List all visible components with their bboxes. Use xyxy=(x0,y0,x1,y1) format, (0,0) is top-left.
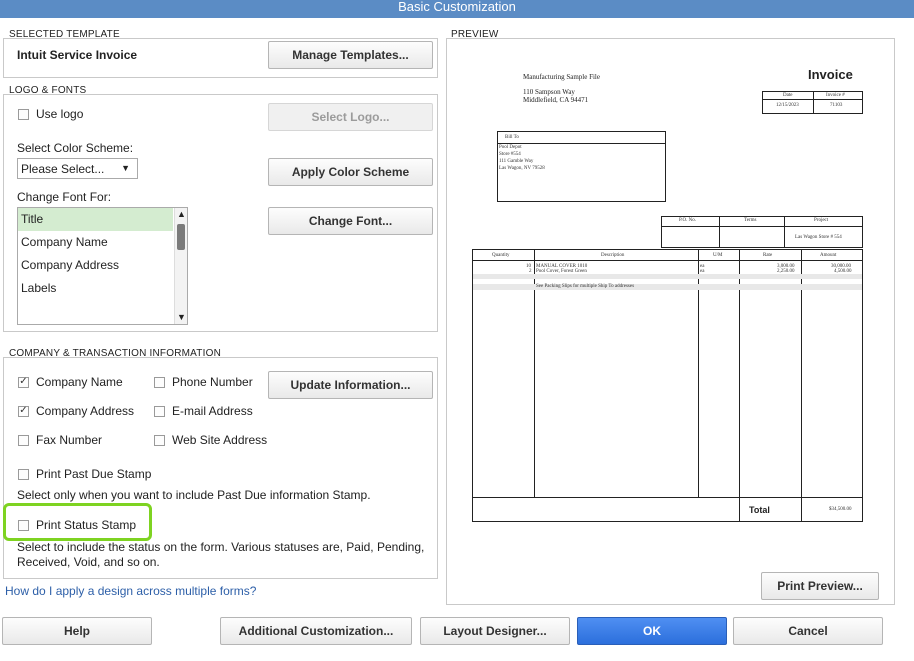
scroll-thumb[interactable] xyxy=(177,224,185,250)
divider xyxy=(472,260,863,261)
preview-invoice-no-header: Invoice # xyxy=(826,93,845,98)
color-scheme-select[interactable]: Please Select... ▼ xyxy=(17,158,138,179)
preview-invoice-no-value: 71103 xyxy=(830,103,843,108)
preview-col-quantity: Quantity xyxy=(492,253,510,258)
preview-row-qty: 2 xyxy=(529,269,532,274)
additional-customization-button[interactable]: Additional Customization... xyxy=(220,617,412,645)
preview-total-label: Total xyxy=(749,505,770,515)
scroll-up-icon[interactable]: ▲ xyxy=(177,209,186,219)
divider xyxy=(719,216,720,248)
preview-col-um: U/M xyxy=(713,253,723,258)
preview-row-desc: Pool Cover, Forest Green xyxy=(536,269,587,274)
change-font-button[interactable]: Change Font... xyxy=(268,207,433,235)
past-due-stamp-checkbox[interactable]: Print Past Due Stamp xyxy=(18,467,151,481)
help-link[interactable]: How do I apply a design across multiple … xyxy=(5,584,256,598)
checkbox-box[interactable] xyxy=(18,108,29,120)
use-logo-label: Use logo xyxy=(36,107,84,121)
manage-templates-button[interactable]: Manage Templates... xyxy=(268,41,433,69)
help-button[interactable]: Help xyxy=(2,617,152,645)
preview-total-value: $34,500.00 xyxy=(829,507,852,512)
preview-date-value: 12/15/2023 xyxy=(776,103,799,108)
preview-bill-to-line: 111 Gamble Way xyxy=(499,159,534,164)
checkbox-box[interactable] xyxy=(154,376,165,388)
window-title: Basic Customization xyxy=(398,0,516,14)
email-address-checkbox[interactable]: E-mail Address xyxy=(154,404,253,418)
chevron-down-icon: ▼ xyxy=(121,163,130,173)
color-scheme-label: Select Color Scheme: xyxy=(17,141,134,155)
preview-invoice-title: Invoice xyxy=(808,67,853,82)
email-address-label: E-mail Address xyxy=(172,404,253,418)
divider xyxy=(661,226,863,227)
company-address-label: Company Address xyxy=(36,404,135,418)
update-information-button[interactable]: Update Information... xyxy=(268,371,433,399)
past-due-label: Print Past Due Stamp xyxy=(36,467,152,481)
preview-bill-to-line: Las Wagon, NV 79528 xyxy=(499,166,545,171)
preview-bill-to-line: Store #554 xyxy=(499,152,521,157)
preview-po-header: P.O. No. xyxy=(679,218,696,223)
print-preview-button[interactable]: Print Preview... xyxy=(761,572,879,600)
preview-row-rate: 2,250.00 xyxy=(777,269,795,274)
divider xyxy=(472,497,863,498)
list-item-company-name[interactable]: Company Name xyxy=(18,231,187,254)
checkbox-box[interactable] xyxy=(18,468,29,480)
phone-number-label: Phone Number xyxy=(172,375,253,389)
web-site-label: Web Site Address xyxy=(172,433,268,447)
preview-company-name: Manufacturing Sample File xyxy=(523,73,600,81)
preview-bill-to-header: Bill To xyxy=(505,135,519,140)
preview-row-um: ea xyxy=(700,269,705,274)
preview-project-header: Project xyxy=(814,218,829,223)
list-item-labels[interactable]: Labels xyxy=(18,277,187,300)
layout-designer-button[interactable]: Layout Designer... xyxy=(420,617,570,645)
divider xyxy=(784,216,785,248)
checkmark-icon[interactable]: ✓ xyxy=(18,376,29,388)
checkbox-box[interactable] xyxy=(154,405,165,417)
checkmark-icon[interactable]: ✓ xyxy=(18,405,29,417)
list-item-company-address[interactable]: Company Address xyxy=(18,254,187,277)
company-address-checkbox[interactable]: ✓ Company Address xyxy=(18,404,134,418)
divider xyxy=(497,143,666,144)
company-name-label: Company Name xyxy=(36,375,123,389)
apply-color-scheme-button[interactable]: Apply Color Scheme xyxy=(268,158,433,186)
past-due-help-text: Select only when you want to include Pas… xyxy=(17,488,371,502)
preview-row-amount: 4,500.00 xyxy=(834,269,852,274)
fax-number-label: Fax Number xyxy=(36,433,103,447)
template-name: Intuit Service Invoice xyxy=(17,48,138,62)
preview-terms-header: Terms xyxy=(744,218,757,223)
scroll-down-icon[interactable]: ▼ xyxy=(177,312,186,322)
checkbox-box[interactable] xyxy=(154,434,165,446)
font-element-list[interactable]: Title Company Name Company Address Label… xyxy=(17,207,188,325)
checkbox-box[interactable] xyxy=(18,434,29,446)
status-stamp-checkbox[interactable]: Print Status Stamp xyxy=(18,518,136,532)
preview-row-desc: See Packing Slips for multiple Ship To a… xyxy=(536,284,635,289)
window-title-bar: Basic Customization xyxy=(0,0,914,18)
color-scheme-value: Please Select... xyxy=(21,161,105,176)
company-name-checkbox[interactable]: ✓ Company Name xyxy=(18,375,123,389)
preview-address-2: Middlefield, CA 94471 xyxy=(523,96,589,104)
checkbox-box[interactable] xyxy=(18,519,29,531)
fax-number-checkbox[interactable]: Fax Number xyxy=(18,433,102,447)
preview-row-shade xyxy=(473,284,862,290)
select-logo-button[interactable]: Select Logo... xyxy=(268,103,433,131)
list-item-title[interactable]: Title xyxy=(18,208,173,231)
preview-col-amount: Amount xyxy=(820,253,837,258)
ok-button[interactable]: OK xyxy=(577,617,727,645)
status-stamp-label: Print Status Stamp xyxy=(36,518,137,532)
preview-col-rate: Rate xyxy=(763,253,773,258)
preview-col-description: Description xyxy=(601,253,625,258)
status-help-text-1: Select to include the status on the form… xyxy=(17,540,425,554)
preview-date-header: Date xyxy=(783,93,793,98)
preview-address-1: 110 Sampson Way xyxy=(523,88,575,96)
phone-number-checkbox[interactable]: Phone Number xyxy=(154,375,253,389)
cancel-button[interactable]: Cancel xyxy=(733,617,883,645)
status-help-text-2: Received, Void, and so on. xyxy=(17,555,160,569)
change-font-for-label: Change Font For: xyxy=(17,190,112,204)
list-scrollbar[interactable]: ▲ ▼ xyxy=(174,208,187,324)
use-logo-checkbox[interactable]: Use logo xyxy=(18,107,83,121)
divider xyxy=(813,91,814,114)
preview-bill-to-line: Pool Depot xyxy=(499,145,522,150)
preview-project-value: Las Wagon Store # 554 xyxy=(795,235,842,240)
web-site-checkbox[interactable]: Web Site Address xyxy=(154,433,267,447)
